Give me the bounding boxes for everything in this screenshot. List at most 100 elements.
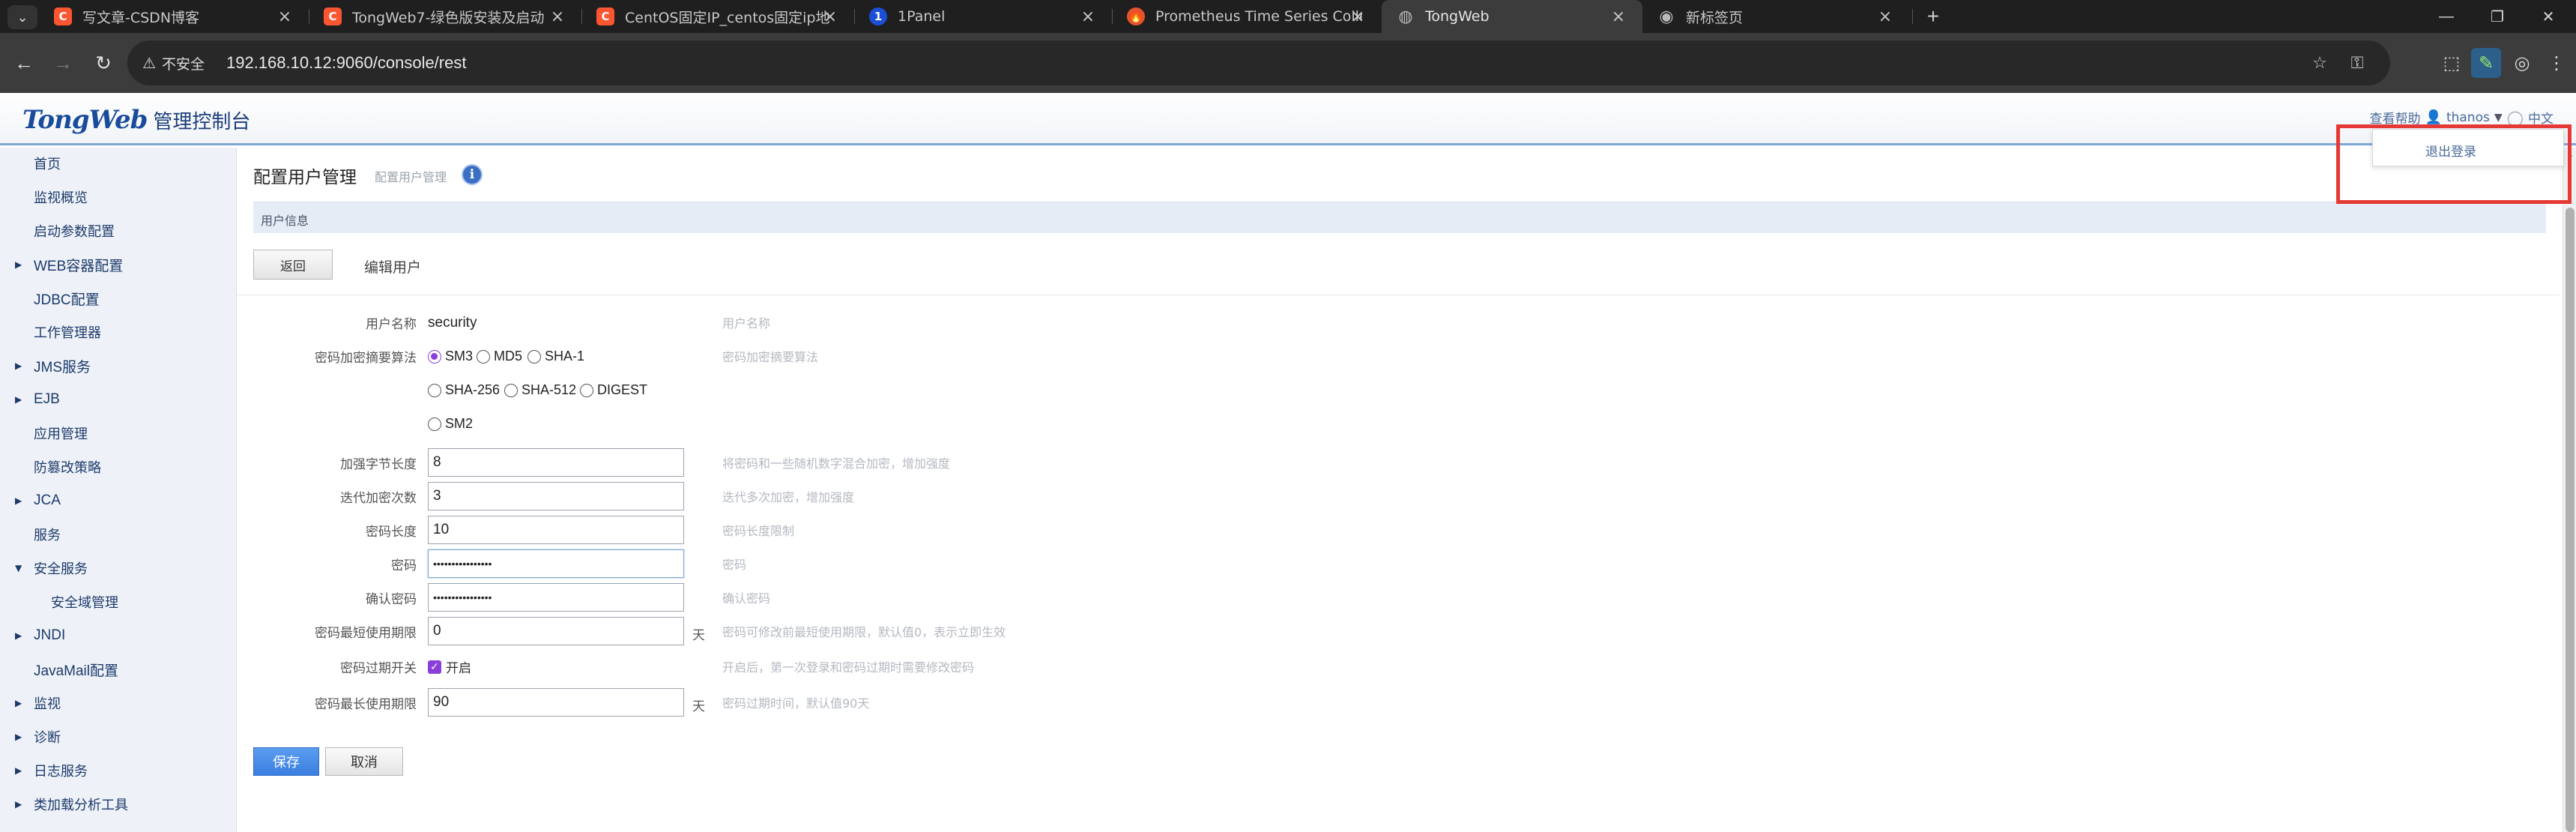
sidebar-item[interactable]: ▶ EJB	[0, 385, 237, 415]
password-key-icon[interactable]: ⚿	[2345, 51, 2369, 75]
menu-icon[interactable]: ⋮	[2542, 48, 2572, 78]
sidebar-item[interactable]: ▶ JMS服务	[0, 351, 237, 381]
password-length-input[interactable]	[428, 516, 684, 544]
sidebar-item[interactable]: 服务	[0, 519, 237, 549]
sidebar-item[interactable]: ▶ WEB容器配置	[0, 250, 237, 280]
radio-md5[interactable]: MD5	[477, 349, 522, 364]
browser-tab[interactable]: C CentOS固定IP_centos固定ip地 ×	[581, 0, 854, 33]
close-icon[interactable]: ×	[1875, 6, 1896, 27]
browser-tab[interactable]: ◉ 新标签页 ×	[1642, 0, 1909, 33]
page-title: 配置用户管理	[253, 168, 357, 187]
radio-digest[interactable]: DIGEST	[580, 382, 647, 398]
sidebar-item[interactable]: ▶ 诊断	[0, 722, 237, 752]
caret-right-icon[interactable]: ▶	[15, 394, 22, 405]
info-icon[interactable]: i	[462, 164, 483, 185]
expiry-switch-checkbox[interactable]: ✓ 开启	[428, 657, 471, 676]
reload-button[interactable]: ↻	[88, 48, 118, 78]
min-age-input[interactable]	[428, 617, 684, 645]
close-icon[interactable]: ×	[1077, 6, 1098, 27]
browser-tab[interactable]: 🔥 Prometheus Time Series Colle ×	[1112, 0, 1382, 33]
sidebar-item-label: JNDI	[34, 627, 66, 643]
caret-down-icon[interactable]: ▼	[15, 563, 22, 573]
brand-logo-text: TongWeb	[22, 105, 148, 135]
minimize-button[interactable]: —	[2422, 0, 2471, 33]
max-age-input[interactable]	[428, 688, 684, 717]
radio-sha256[interactable]: SHA-256	[428, 382, 500, 398]
sidebar-item[interactable]: JavaMail配置	[0, 654, 237, 684]
iterations-input[interactable]	[428, 482, 684, 510]
radio-sm2[interactable]: SM2	[428, 416, 473, 432]
sidebar-item[interactable]: ▶ 监视	[0, 688, 237, 718]
salt-length-label: 加强字节长度	[340, 457, 417, 472]
tab-search-button[interactable]: ⌄	[7, 5, 37, 29]
new-tab-button[interactable]: +	[1921, 4, 1945, 28]
radio-sha1[interactable]: SHA-1	[527, 349, 584, 364]
confirm-password-input[interactable]	[428, 583, 684, 612]
close-window-button[interactable]: ✕	[2524, 0, 2573, 33]
radio-sha512[interactable]: SHA-512	[504, 382, 576, 398]
sidebar-item[interactable]: 监视概览	[0, 182, 237, 212]
sidebar-item[interactable]: JDBC配置	[0, 283, 237, 313]
caret-right-icon[interactable]: ▶	[15, 732, 22, 742]
url-text[interactable]: 192.168.10.12:9060/console/rest	[226, 51, 466, 75]
caret-right-icon[interactable]: ▶	[15, 259, 22, 270]
radio-unchecked	[504, 383, 518, 397]
cancel-button[interactable]: 取消	[325, 747, 403, 776]
radio-checked	[428, 349, 441, 364]
browser-tab[interactable]: 1 1Panel ×	[854, 0, 1112, 33]
address-bar[interactable]: ⚠ 不安全 192.168.10.12:9060/console/rest ⚿ …	[127, 40, 2390, 85]
sidebar-item[interactable]: ▶ 类加载分析工具	[0, 789, 237, 819]
forward-button[interactable]: →	[48, 48, 78, 78]
close-icon[interactable]: ×	[274, 6, 295, 27]
caret-right-icon[interactable]: ▶	[15, 361, 22, 371]
sidebar-item-label: 启动参数配置	[34, 224, 115, 240]
sidebar-item[interactable]: ▶ JNDI	[0, 621, 237, 651]
close-icon[interactable]: ×	[820, 6, 841, 27]
extensions-icon[interactable]: ⬚	[2437, 48, 2467, 78]
chrome-icon: ◉	[1659, 7, 1674, 26]
caret-right-icon[interactable]: ▶	[15, 799, 22, 810]
caret-right-icon[interactable]: ▶	[15, 698, 22, 708]
scrollbar-thumb[interactable]	[2566, 208, 2575, 832]
browser-tab[interactable]: C 写文章-CSDN博客 ×	[39, 0, 309, 33]
chevron-down-icon: ⌄	[16, 9, 28, 25]
page-scrollbar[interactable]: ▲	[2563, 148, 2576, 832]
salt-length-input[interactable]	[428, 448, 684, 477]
close-icon[interactable]: ×	[1608, 6, 1629, 27]
back-button[interactable]: ←	[9, 48, 39, 78]
security-indicator[interactable]: ⚠ 不安全	[142, 51, 205, 75]
sidebar-item-label: JMS服务	[34, 359, 91, 376]
caret-right-icon[interactable]: ▶	[15, 630, 22, 641]
sidebar-subitem[interactable]: 安全域管理	[0, 587, 237, 617]
sidebar-item[interactable]: 防篡改策略	[0, 452, 237, 482]
sidebar-item[interactable]: 启动参数配置	[0, 216, 237, 246]
caret-right-icon[interactable]: ▶	[15, 765, 22, 776]
sidebar-item[interactable]: 工作管理器	[0, 317, 237, 347]
sidebar-item-label: 服务	[34, 528, 61, 543]
back-button[interactable]: 返回	[253, 250, 333, 280]
browser-tab[interactable]: C TongWeb7-绿色版安装及启动 ×	[309, 0, 581, 33]
tab-separator	[1912, 9, 1913, 24]
expiry-switch-help: 开启后，第一次登录和密码过期时需要修改密码	[722, 660, 975, 675]
sidebar-item[interactable]: ▶ 日志服务	[0, 756, 237, 786]
save-button[interactable]: 保存	[253, 747, 319, 776]
caret-right-icon[interactable]: ▶	[15, 495, 22, 506]
sidebar-item[interactable]: 首页	[0, 148, 237, 178]
sidebar-item[interactable]: ▼ 安全服务	[0, 553, 237, 583]
password-input[interactable]	[428, 549, 684, 578]
extension-icon[interactable]: ✎	[2471, 48, 2501, 78]
radio-sm3[interactable]: SM3	[428, 349, 473, 364]
browser-tab-active[interactable]: ◍ TongWeb ×	[1382, 0, 1642, 33]
confirm-password-help: 确认密码	[722, 591, 771, 606]
close-icon[interactable]: ×	[1347, 6, 1368, 27]
restore-button[interactable]: ❐	[2473, 0, 2522, 33]
close-icon[interactable]: ×	[547, 6, 568, 27]
sidebar-item[interactable]: ▶ JCA	[0, 486, 237, 516]
username-menu[interactable]: thanos	[2446, 110, 2490, 125]
profile-icon[interactable]: ◎	[2507, 48, 2537, 78]
sidebar-item-label: WEB容器配置	[34, 258, 124, 274]
sidebar-item-label: JDBC配置	[34, 292, 100, 308]
sidebar-item[interactable]: 应用管理	[0, 418, 237, 448]
caret-down-icon[interactable]: ▼	[2494, 112, 2503, 124]
star-icon[interactable]: ☆	[2308, 51, 2332, 75]
